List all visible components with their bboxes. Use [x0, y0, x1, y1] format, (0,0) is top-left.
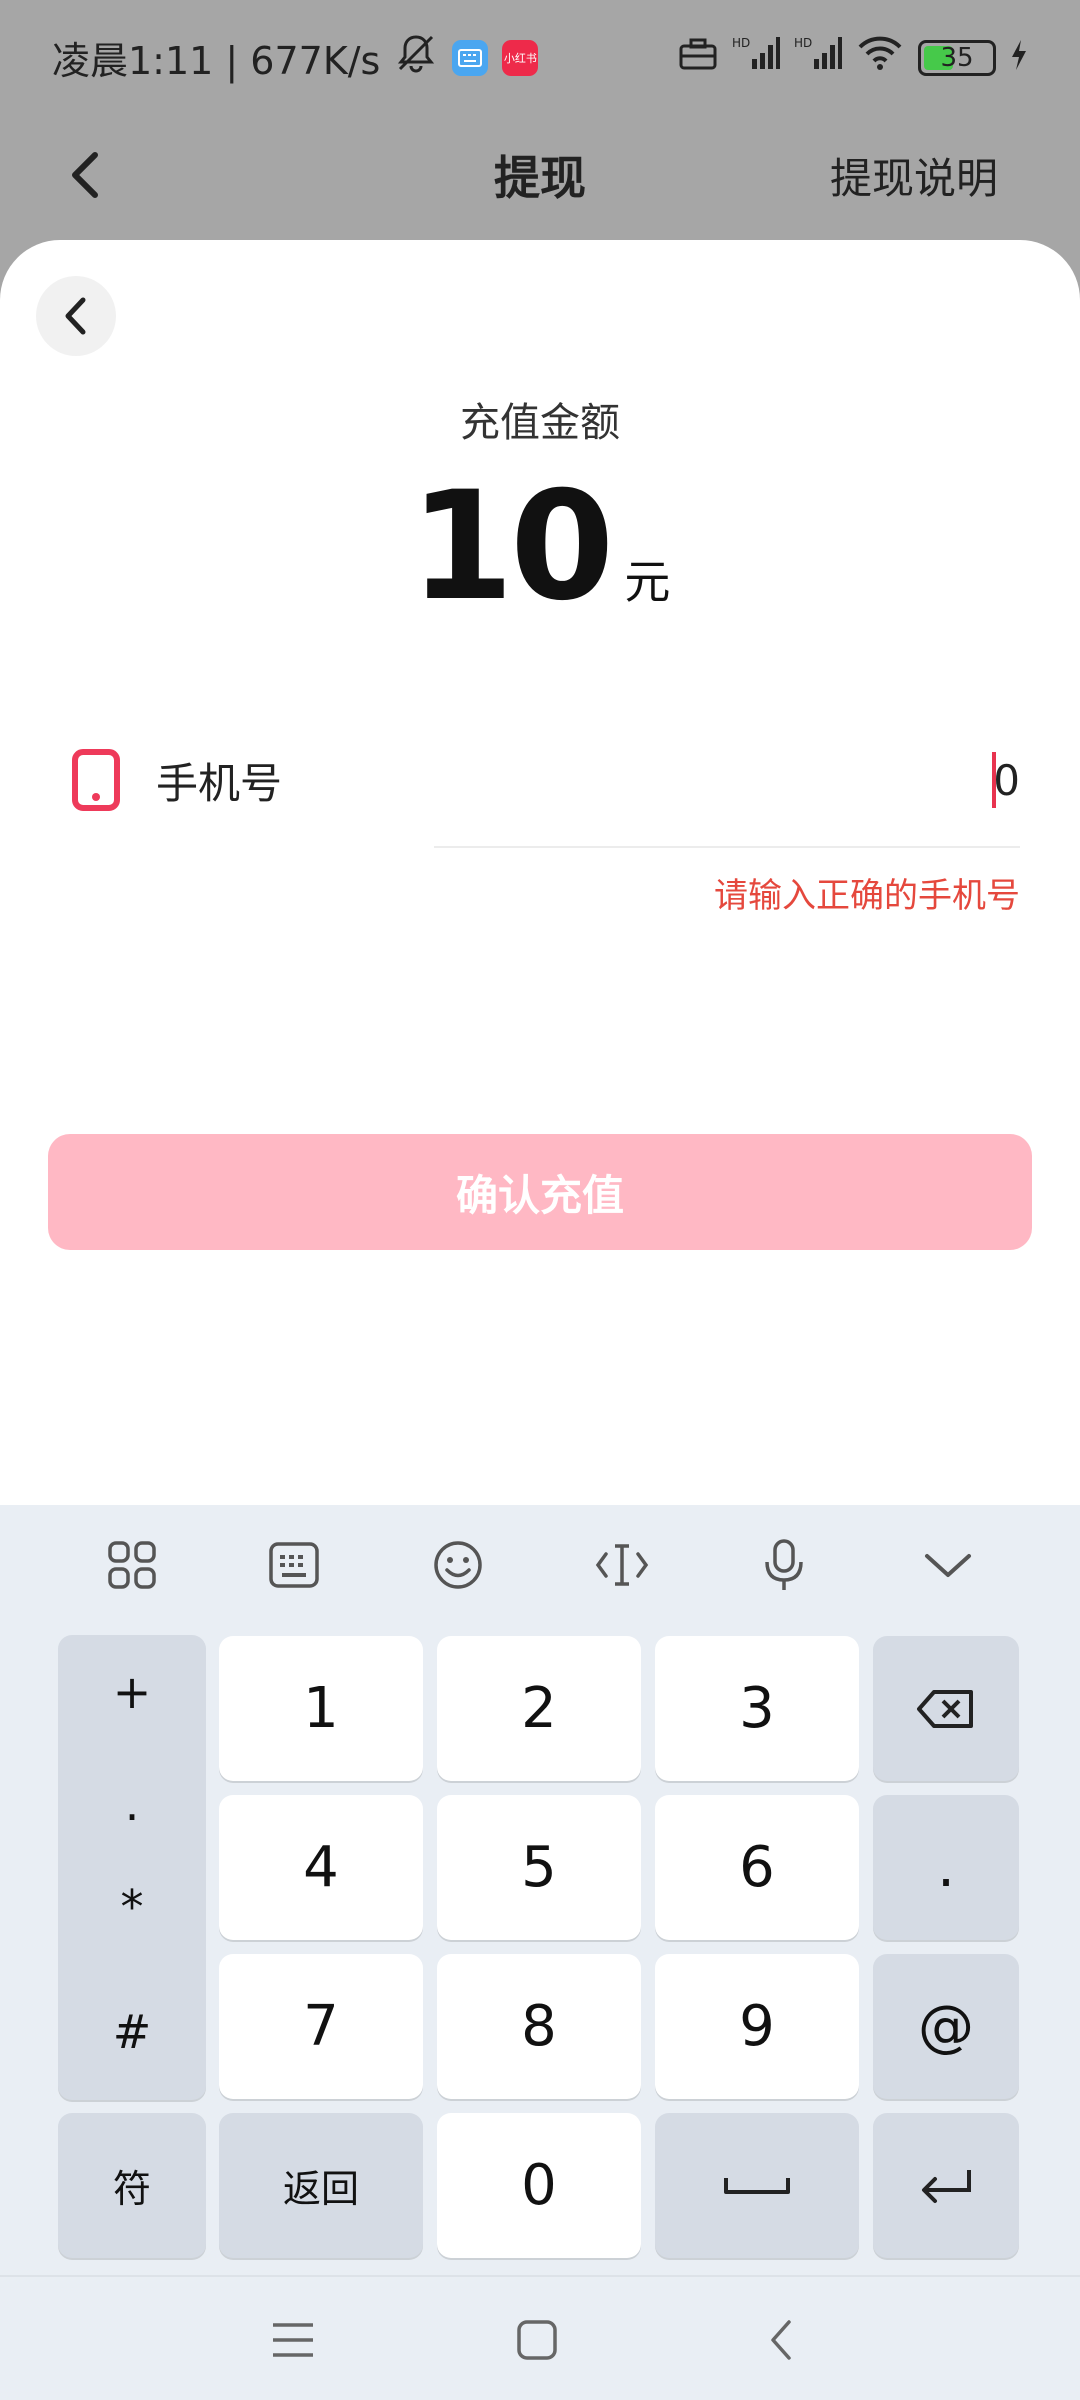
xiaohongshu-app-icon: 小红书 [502, 39, 539, 76]
menu-icon[interactable] [268, 2315, 318, 2365]
key-5[interactable]: 5 [437, 1795, 641, 1940]
microphone-icon[interactable] [754, 1535, 814, 1595]
period-key[interactable]: . [873, 1795, 1019, 1940]
amount-label: 充值金额 [460, 400, 620, 446]
status-left: 凌晨1:11 | 677K/s 小红书 [52, 30, 539, 85]
key-7[interactable]: 7 [219, 1954, 423, 2099]
enter-icon [922, 2169, 971, 2203]
confirm-recharge-button[interactable]: 确认充值 [48, 1134, 1032, 1250]
symbols-key[interactable]: 符 [58, 2113, 206, 2258]
symbol-hash[interactable]: # [58, 2005, 206, 2059]
phone-field-row: 手机号 [72, 740, 1020, 820]
emoji-icon[interactable] [428, 1535, 488, 1595]
amount-unit: 元 [624, 555, 671, 609]
symbol-star[interactable]: * [58, 1880, 206, 1934]
keyboard-app-icon [452, 39, 489, 76]
phone-label: 手机号 [156, 758, 283, 808]
text-cursor [992, 752, 996, 808]
backspace-key[interactable] [873, 1636, 1019, 1781]
apps-grid-icon[interactable] [102, 1535, 162, 1595]
briefcase-icon [678, 36, 718, 80]
key-1[interactable]: 1 [219, 1636, 423, 1781]
key-4[interactable]: 4 [219, 1795, 423, 1940]
back-nav-icon[interactable] [756, 2315, 806, 2365]
system-nav-bar [0, 2275, 1080, 2400]
keyboard-switch-icon[interactable] [264, 1535, 324, 1595]
key-9[interactable]: 9 [655, 1954, 859, 2099]
phone-error-message: 请输入正确的手机号 [714, 876, 1020, 916]
signal-hd-icon-2: HD [794, 35, 842, 80]
hide-keyboard-chevron-down-icon[interactable] [918, 1535, 978, 1595]
key-0[interactable]: 0 [437, 2113, 641, 2258]
backspace-icon [917, 1689, 973, 1728]
status-right: HD HD 35 [678, 35, 1028, 80]
symbol-plus[interactable]: + [58, 1665, 206, 1719]
input-divider [434, 846, 1020, 848]
at-key[interactable]: @ [873, 1954, 1019, 2099]
battery-level: 35 [940, 42, 974, 73]
battery-icon: 35 [918, 39, 996, 76]
phone-input-wrap [434, 740, 1020, 820]
symbol-dot[interactable]: · [58, 1790, 206, 1844]
status-bar: 凌晨1:11 | 677K/s 小红书 HD HD 35 [0, 0, 1080, 115]
text-cursor-icon[interactable] [592, 1535, 652, 1595]
sheet-back-button[interactable] [36, 276, 116, 356]
enter-key[interactable] [873, 2113, 1019, 2258]
amount-value: 10 [409, 460, 615, 634]
key-2[interactable]: 2 [437, 1636, 641, 1781]
key-6[interactable]: 6 [655, 1795, 859, 1940]
wifi-icon [856, 35, 904, 80]
withdraw-instructions-link[interactable]: 提现说明 [830, 145, 998, 206]
mute-icon [394, 33, 438, 82]
amount-display: 10 元 [0, 460, 1080, 634]
key-8[interactable]: 8 [437, 1954, 641, 2099]
signal-hd-icon: HD [732, 35, 780, 80]
status-time-speed: 凌晨1:11 | 677K/s [52, 39, 381, 83]
space-key[interactable] [655, 2113, 859, 2258]
top-nav: 提现 提现说明 [0, 115, 1080, 235]
phone-input[interactable] [434, 755, 1020, 805]
key-3[interactable]: 3 [655, 1636, 859, 1781]
numeric-keyboard: + · * # 1 2 3 4 5 6 . 7 8 9 @ 符 返回 0 [0, 1505, 1080, 2400]
symbols-column-key[interactable]: + · * # [58, 1635, 206, 2100]
space-icon [724, 2177, 790, 2194]
home-icon[interactable] [512, 2315, 562, 2365]
svg-text:HD: HD [732, 36, 750, 50]
chevron-left-icon [65, 297, 86, 335]
charging-icon [1010, 36, 1028, 80]
return-to-letters-key[interactable]: 返回 [219, 2113, 423, 2258]
keyboard-toolbar [0, 1505, 1080, 1625]
phone-icon [72, 749, 120, 811]
svg-text:HD: HD [794, 36, 812, 50]
